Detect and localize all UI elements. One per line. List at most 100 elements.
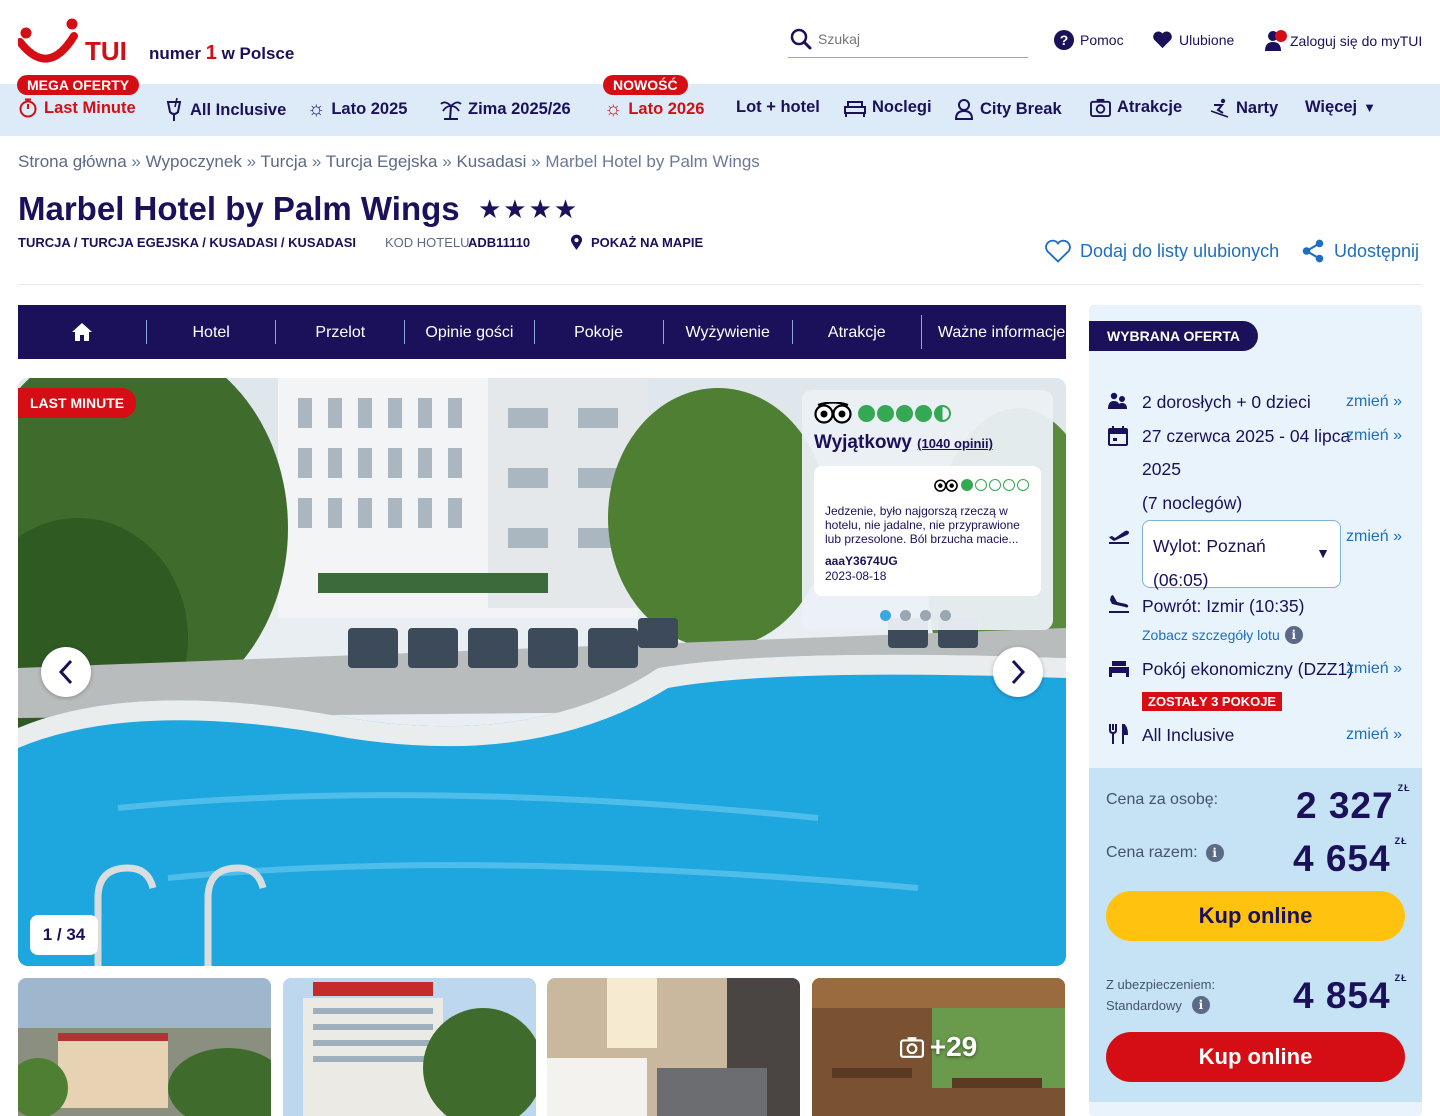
tagline: numer 1 w Polsce xyxy=(149,42,295,64)
buy-online-insured-button[interactable]: Kup online xyxy=(1106,1032,1405,1082)
review-rating-bubble xyxy=(1017,479,1029,491)
review-date: 2023-08-18 xyxy=(825,569,887,583)
rating-bubble xyxy=(915,404,932,422)
tab-important-info[interactable]: Ważne informacje xyxy=(920,315,1066,349)
breadcrumb-holiday[interactable]: Wypoczynek xyxy=(146,152,242,171)
camera-icon xyxy=(1090,98,1111,117)
nav-city-break[interactable]: City Break xyxy=(954,98,1062,120)
gallery-prev-button[interactable] xyxy=(41,647,91,697)
chevron-left-icon xyxy=(58,659,73,685)
nav-summer-2025[interactable]: ☼ Lato 2025 xyxy=(307,98,407,121)
bed-icon xyxy=(844,100,866,117)
nav-winter-2025-26[interactable]: Zima 2025/26 xyxy=(440,98,571,120)
tab-hotel[interactable]: Hotel xyxy=(146,320,275,344)
change-board-link[interactable]: zmień » xyxy=(1346,726,1402,744)
rating-bubble xyxy=(877,404,894,422)
travel-dates: 27 czerwca 2025 - 04 lipca xyxy=(1142,426,1351,446)
heart-icon xyxy=(1153,31,1172,49)
price-total-label: Cena razem: i xyxy=(1106,844,1224,862)
pager-dot[interactable] xyxy=(920,610,931,621)
hotel-title: Marbel Hotel by Palm Wings xyxy=(18,190,460,227)
calendar-icon xyxy=(1108,426,1128,446)
svg-text:TUI: TUI xyxy=(85,36,127,66)
nav-last-minute[interactable]: Last Minute xyxy=(18,98,136,118)
section-tabs: Hotel Przelot Opinie gości Pokoje Wyżywi… xyxy=(18,305,1066,359)
caret-down-icon: ▼ xyxy=(1316,545,1330,561)
tab-reviews[interactable]: Opinie gości xyxy=(404,320,533,344)
login-link[interactable]: Zaloguj się do myTUI xyxy=(1264,30,1422,52)
thumbnail-photo[interactable]: +29 xyxy=(812,978,1065,1116)
show-map-link[interactable]: POKAŻ NA MAPIE xyxy=(570,234,703,251)
nav-all-inclusive[interactable]: All Inclusive xyxy=(164,98,286,122)
review-rating-bubble xyxy=(975,479,987,491)
nav-ski[interactable]: Narty xyxy=(1210,98,1278,118)
info-icon[interactable]: i xyxy=(1205,844,1224,862)
hotel-code: ADB11110 xyxy=(468,235,531,250)
gallery-next-button[interactable] xyxy=(993,647,1043,697)
room-type: Pokój ekonomiczny (DZZ1) xyxy=(1142,659,1354,679)
buy-online-button[interactable]: Kup online xyxy=(1106,891,1405,941)
caret-down-icon: ▼ xyxy=(1363,100,1377,115)
change-departure-link[interactable]: zmień » xyxy=(1346,528,1402,546)
thumbnail-photo[interactable] xyxy=(18,978,271,1116)
change-room-link[interactable]: zmień » xyxy=(1346,660,1402,678)
search-box[interactable] xyxy=(788,26,1028,58)
rating-summary: Wyjątkowy (1040 opinii) xyxy=(814,432,993,453)
help-link[interactable]: ? Pomoc xyxy=(1054,30,1124,50)
rooms-left-badge: ZOSTAŁY 3 POKOJE xyxy=(1142,692,1283,711)
tab-rooms[interactable]: Pokoje xyxy=(533,320,663,344)
share-button[interactable]: Udostępnij xyxy=(1300,238,1419,264)
pager-dot[interactable] xyxy=(900,610,911,621)
breadcrumb: Strona główna » Wypoczynek » Turcja » Tu… xyxy=(18,152,760,171)
nav-flight-hotel[interactable]: Lot + hotel xyxy=(736,98,820,117)
tab-attractions[interactable]: Atrakcje xyxy=(791,320,921,344)
tab-home[interactable] xyxy=(18,320,146,344)
map-pin-icon xyxy=(570,234,583,250)
change-dates-link[interactable]: zmień » xyxy=(1346,427,1402,445)
breadcrumb-aegean[interactable]: Turcja Egejska xyxy=(326,152,438,171)
breadcrumb-home[interactable]: Strona główna xyxy=(18,152,127,171)
tab-flight[interactable]: Przelot xyxy=(275,320,404,344)
review-rating xyxy=(934,478,1029,492)
review-rating-bubble xyxy=(961,479,973,491)
pager-dot[interactable] xyxy=(880,610,891,621)
reviews-count-link[interactable]: (1040 opinii) xyxy=(917,436,993,451)
nav-more[interactable]: Więcej ▼ xyxy=(1305,98,1376,117)
tab-board[interactable]: Wyżywienie xyxy=(662,320,792,344)
pager-dot[interactable] xyxy=(940,610,951,621)
info-icon[interactable]: i xyxy=(1191,996,1210,1014)
tui-logo[interactable]: TUI xyxy=(18,18,138,66)
nav-attractions[interactable]: Atrakcje xyxy=(1090,98,1182,117)
hotel-location: TURCJA / TURCJA EGEJSKA / KUSADASI / KUS… xyxy=(18,235,357,250)
add-to-favorites-button[interactable]: Dodaj do listy ulubionych xyxy=(1044,238,1279,264)
person-pin-icon xyxy=(954,99,974,120)
search-input[interactable] xyxy=(818,31,1018,47)
nav-summer-2026[interactable]: ☼ Lato 2026 xyxy=(604,98,704,121)
nights-count: (7 noclegów) xyxy=(1142,493,1243,513)
rating-bubbles xyxy=(858,404,951,422)
sun-icon: ☼ xyxy=(307,98,326,120)
review-rating-bubble xyxy=(989,479,1001,491)
plane-takeoff-icon xyxy=(1109,530,1129,544)
skier-icon xyxy=(1210,98,1229,118)
palm-icon xyxy=(440,101,462,120)
thumbnail-photo[interactable] xyxy=(283,978,536,1116)
departure-select[interactable]: Wylot: Poznań (06:05) ▼ xyxy=(1142,520,1341,590)
change-travellers-link[interactable]: zmień » xyxy=(1346,393,1402,411)
more-photos[interactable]: +29 xyxy=(812,978,1065,1116)
bed-icon xyxy=(1109,661,1129,677)
share-icon xyxy=(1302,239,1324,263)
flight-details-link[interactable]: Zobacz szczegóły lotu i xyxy=(1142,626,1303,644)
breadcrumb-kusadasi[interactable]: Kusadasi xyxy=(456,152,526,171)
tripadvisor-widget[interactable]: Wyjątkowy (1040 opinii) Jedzenie, było n… xyxy=(802,390,1053,630)
travellers: 2 dorosłych + 0 dzieci xyxy=(1142,392,1311,412)
tripadvisor-rating xyxy=(814,402,951,424)
info-icon: i xyxy=(1284,626,1303,644)
favorites-link[interactable]: Ulubione xyxy=(1152,30,1234,49)
breadcrumb-turkey[interactable]: Turcja xyxy=(260,152,307,171)
thumbnail-photo[interactable] xyxy=(547,978,800,1116)
review-author: aaaY3674UG xyxy=(825,554,898,568)
user-icon xyxy=(1265,30,1287,51)
nav-accommodation[interactable]: Noclegi xyxy=(844,98,932,117)
site-header: TUI numer 1 w Polsce ? Pomoc Ulubione Za… xyxy=(0,0,1440,84)
